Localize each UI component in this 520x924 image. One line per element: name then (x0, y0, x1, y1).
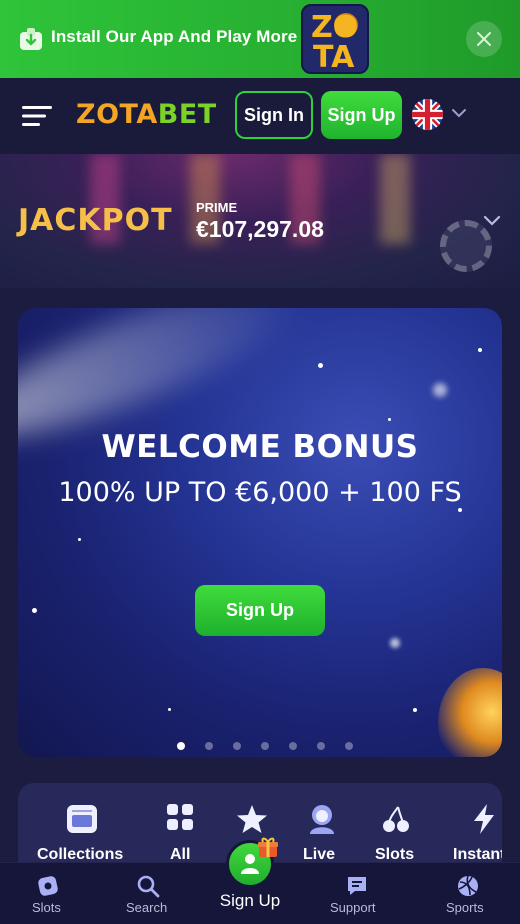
jackpot-tier-label: PRIME (196, 200, 238, 215)
install-app-text[interactable]: Install Our App And Play More (51, 27, 297, 47)
stage-light (380, 154, 410, 244)
casino-chip-decoration (440, 220, 492, 272)
nav-label: Support (330, 900, 376, 915)
slots-icon (38, 876, 58, 896)
brand-part-zo: ZO (76, 99, 120, 130)
star-decoration (78, 538, 81, 541)
carousel-dot[interactable] (177, 742, 185, 750)
nav-support[interactable]: Support (326, 863, 386, 924)
jackpot-title: JACKPOT (18, 203, 173, 238)
grid-icon (167, 804, 193, 830)
banner-sign-up-button[interactable]: Sign Up (195, 585, 325, 636)
search-icon (137, 875, 160, 898)
gift-icon (258, 837, 278, 857)
collections-icon (67, 805, 97, 833)
sign-in-button[interactable]: Sign In (235, 91, 313, 139)
zota-app-logo[interactable]: ZO TA (301, 4, 369, 74)
close-banner-button[interactable] (466, 21, 502, 57)
support-chat-icon (348, 877, 366, 895)
nav-search[interactable]: Search (120, 863, 176, 924)
menu-icon[interactable] (22, 105, 52, 127)
carousel-dots (18, 742, 502, 750)
volleyball-icon (458, 875, 478, 896)
star-decoration (390, 638, 400, 648)
banner-title: WELCOME BONUS (101, 429, 419, 465)
carousel-dot[interactable] (205, 742, 213, 750)
chevron-down-icon[interactable] (483, 214, 501, 226)
star-decoration (318, 363, 323, 368)
sign-up-button[interactable]: Sign Up (321, 91, 402, 139)
carousel-dot[interactable] (289, 742, 297, 750)
brand-part-ta: TA (119, 99, 158, 130)
bottom-sign-up-label[interactable]: Sign Up (210, 891, 290, 911)
carousel-dot[interactable] (317, 742, 325, 750)
nav-label: Slots (32, 900, 61, 915)
app-logo-line2: TA (313, 40, 355, 74)
banner-subtitle: 100% UP TO €6,000 + 100 FS (58, 477, 462, 508)
star-decoration (32, 608, 37, 613)
install-app-banner[interactable]: Install Our App And Play More ZO TA (0, 0, 520, 78)
carousel-dot[interactable] (233, 742, 241, 750)
jackpot-amount: €107,297.08 (196, 216, 324, 242)
brand-part-bet: BET (157, 99, 217, 130)
star-decoration (478, 348, 482, 352)
cherry-icon (383, 806, 409, 832)
live-dealer-icon (310, 805, 334, 834)
star-decoration (388, 418, 391, 421)
close-icon (477, 32, 491, 46)
star-decoration (168, 708, 171, 711)
jackpot-strip[interactable]: JACKPOT PRIME €107,297.08 (0, 154, 520, 288)
nav-slots[interactable]: Slots (24, 863, 72, 924)
zotabet-logo[interactable]: ZOTABET (76, 99, 217, 130)
uk-flag-icon[interactable] (412, 99, 443, 130)
star-decoration (413, 708, 417, 712)
nav-label: Search (126, 900, 168, 915)
lightning-icon (474, 804, 494, 834)
welcome-bonus-banner[interactable]: WELCOME BONUS 100% UP TO €6,000 + 100 FS… (18, 308, 502, 757)
star-decoration (433, 383, 447, 397)
download-app-icon (20, 28, 42, 50)
star-icon (237, 805, 267, 833)
nav-sports[interactable]: Sports (442, 863, 494, 924)
carousel-dot[interactable] (345, 742, 353, 750)
nav-label: Sports (446, 900, 484, 915)
carousel-dot[interactable] (261, 742, 269, 750)
chevron-down-icon[interactable] (451, 107, 467, 119)
